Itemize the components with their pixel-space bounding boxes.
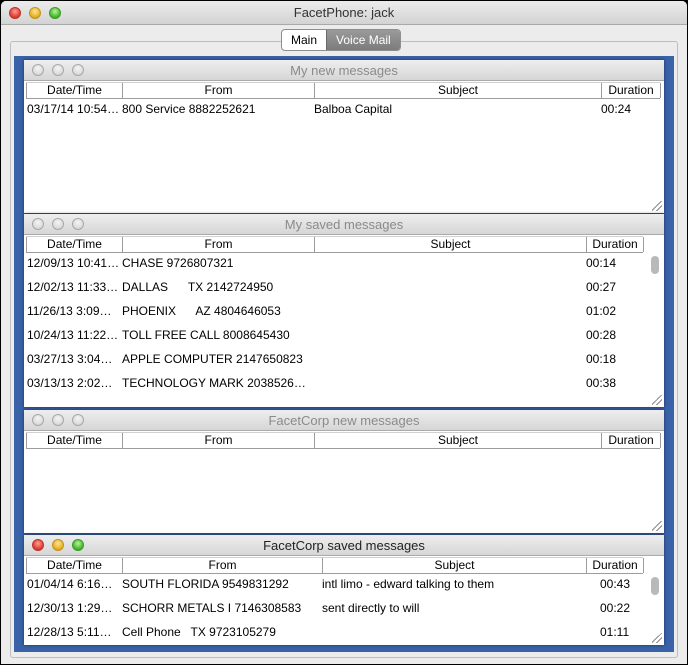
column-header-duration[interactable]: Duration <box>601 83 661 98</box>
vertical-scrollbar[interactable] <box>651 256 659 274</box>
table-row[interactable]: 01/04/14 6:16… SOUTH FLORIDA 9549831292 … <box>24 574 664 598</box>
column-header-subject[interactable]: Subject <box>322 558 587 573</box>
table-row[interactable]: 11/26/13 3:09… PHOENIX AZ 4804646053 01:… <box>24 301 664 325</box>
column-header-duration[interactable]: Duration <box>586 237 644 252</box>
panel-title: My saved messages <box>284 217 404 232</box>
cell-date: 12/09/13 10:41… <box>27 256 120 270</box>
tab-voice-mail[interactable]: Voice Mail <box>326 30 400 50</box>
cell-from: CHASE 9726807321 <box>122 256 234 270</box>
column-header-from[interactable]: From <box>122 237 315 252</box>
message-list: 01/04/14 6:16… SOUTH FLORIDA 9549831292 … <box>24 574 664 644</box>
message-list: 12/09/13 10:41… CHASE 9726807321 00:14 1… <box>24 253 664 407</box>
cell-from: 800 Service 8882252621 <box>122 102 256 116</box>
column-header-subject[interactable]: Subject <box>314 433 602 448</box>
table-header: Date/Time From Subject Duration <box>26 236 644 253</box>
cell-date: 12/30/13 1:29… <box>27 601 113 615</box>
column-header-duration[interactable]: Duration <box>601 433 661 448</box>
cell-date: 03/27/13 3:04… <box>27 352 113 366</box>
cell-from: SOUTH FLORIDA 9549831292 <box>122 577 289 591</box>
column-header-subject[interactable]: Subject <box>314 83 602 98</box>
table-row[interactable]: 12/30/13 1:29… SCHORR METALS I 714630858… <box>24 598 664 622</box>
column-header-from[interactable]: From <box>122 558 323 573</box>
cell-duration: 00:28 <box>586 328 617 342</box>
column-header-date[interactable]: Date/Time <box>26 83 123 98</box>
table-header: Date/Time From Subject Duration <box>26 432 661 449</box>
cell-date: 11/26/13 3:09… <box>27 304 112 318</box>
cell-from: SCHORR METALS I 7146308583 <box>122 601 302 615</box>
cell-duration: 00:43 <box>600 577 631 591</box>
cell-duration: 01:02 <box>586 304 617 318</box>
cell-duration: 00:38 <box>586 376 617 390</box>
table-row[interactable]: 12/09/13 10:41… CHASE 9726807321 00:14 <box>24 253 664 277</box>
panel-title-bar: My saved messages <box>24 214 664 235</box>
table-row[interactable]: 03/27/13 3:04… APPLE COMPUTER 2147650823… <box>24 349 664 373</box>
column-header-from[interactable]: From <box>122 433 315 448</box>
cell-subject: Balboa Capital <box>314 102 393 116</box>
internal-desktop: My new messages Date/Time From Subject D… <box>14 56 674 652</box>
cell-date: 03/17/14 10:54… <box>27 102 120 116</box>
cell-duration: 00:22 <box>600 601 631 615</box>
cell-from: Cell Phone TX 9723105279 <box>122 625 276 639</box>
cell-subject: intl limo - edward talking to them <box>322 577 495 591</box>
panel-my-saved-messages: My saved messages Date/Time From Subject… <box>24 214 664 407</box>
table-row[interactable]: 10/24/13 11:22… TOLL FREE CALL 800864543… <box>24 325 664 349</box>
vertical-scrollbar[interactable] <box>651 577 659 595</box>
cell-from: APPLE COMPUTER 2147650823 <box>122 352 303 366</box>
table-row[interactable]: 12/02/13 11:33… DALLAS TX 2142724950 00:… <box>24 277 664 301</box>
resize-grip[interactable] <box>652 395 662 405</box>
message-list <box>24 449 664 529</box>
message-list: 03/17/14 10:54… 800 Service 8882252621 B… <box>24 99 664 209</box>
resize-grip[interactable] <box>652 633 662 643</box>
panel-title-bar: FacetCorp saved messages <box>24 535 664 556</box>
cell-duration: 00:14 <box>586 256 617 270</box>
cell-duration: 01:11 <box>600 625 630 639</box>
resize-grip[interactable] <box>652 521 662 531</box>
cell-duration: 00:18 <box>586 352 617 366</box>
cell-subject: sent directly to will <box>322 601 420 615</box>
tab-bar: Main Voice Mail <box>281 29 401 51</box>
window-title: FacetPhone: jack <box>293 5 395 20</box>
cell-date: 03/13/13 2:02… <box>27 376 113 390</box>
cell-duration: 00:27 <box>586 280 617 294</box>
cell-date: 12/28/13 5:11… <box>27 625 112 639</box>
table-row[interactable]: 03/13/13 2:02… TECHNOLOGY MARK 2038526… … <box>24 373 664 397</box>
table-header: Date/Time From Subject Duration <box>26 82 661 99</box>
tab-main[interactable]: Main <box>282 30 326 50</box>
cell-duration: 00:24 <box>601 102 632 116</box>
panel-title: FacetCorp new messages <box>268 413 420 428</box>
table-row[interactable]: 12/28/13 5:11… Cell Phone TX 9723105279 … <box>24 622 664 644</box>
title-bar: FacetPhone: jack <box>1 1 687 25</box>
cell-from: TECHNOLOGY MARK 2038526… <box>122 376 306 390</box>
column-header-from[interactable]: From <box>122 83 315 98</box>
cell-from: PHOENIX AZ 4804646053 <box>122 304 281 318</box>
panel-facetcorp-saved-messages: FacetCorp saved messages Date/Time From … <box>24 535 664 645</box>
panel-title-bar: FacetCorp new messages <box>24 410 664 431</box>
column-header-date[interactable]: Date/Time <box>26 558 123 573</box>
panel-title-bar: My new messages <box>24 60 664 81</box>
column-header-duration[interactable]: Duration <box>586 558 644 573</box>
table-header: Date/Time From Subject Duration <box>26 557 644 574</box>
cell-date: 10/24/13 11:22… <box>27 328 119 342</box>
resize-grip[interactable] <box>652 201 662 211</box>
cell-date: 01/04/14 6:16… <box>27 577 113 591</box>
panel-my-new-messages: My new messages Date/Time From Subject D… <box>24 60 664 213</box>
column-header-date[interactable]: Date/Time <box>26 433 123 448</box>
cell-from: DALLAS TX 2142724950 <box>122 280 274 294</box>
column-header-date[interactable]: Date/Time <box>26 237 123 252</box>
panel-title: FacetCorp saved messages <box>263 538 425 553</box>
cell-date: 12/02/13 11:33… <box>27 280 119 294</box>
cell-from: TOLL FREE CALL 8008645430 <box>122 328 290 342</box>
panel-title: My new messages <box>290 63 398 78</box>
table-row[interactable]: 03/17/14 10:54… 800 Service 8882252621 B… <box>24 99 664 123</box>
panel-facetcorp-new-messages: FacetCorp new messages Date/Time From Su… <box>24 410 664 533</box>
column-header-subject[interactable]: Subject <box>314 237 587 252</box>
